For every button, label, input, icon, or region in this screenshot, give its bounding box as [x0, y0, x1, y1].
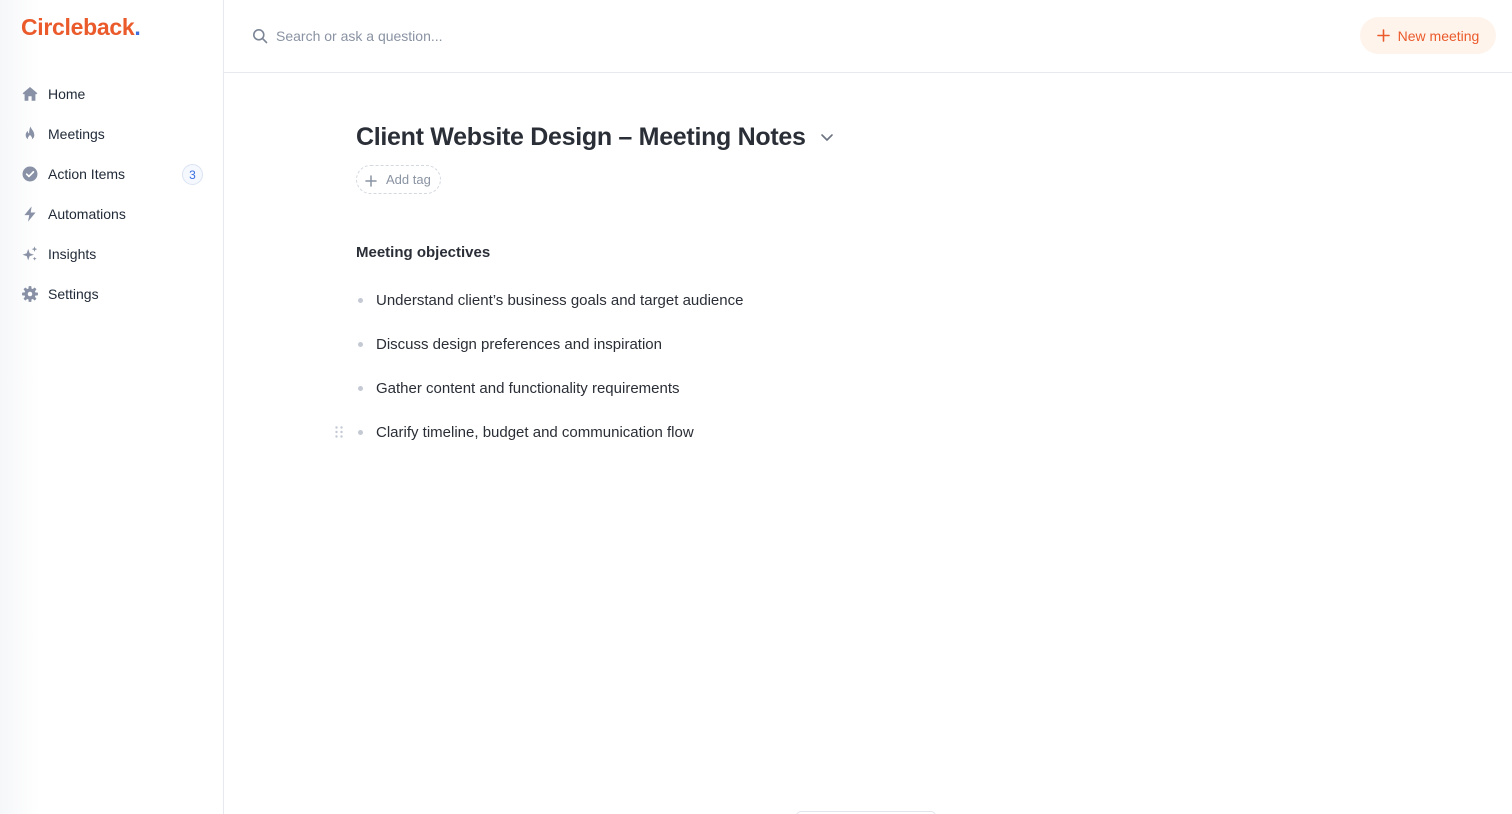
sidebar-item-settings[interactable]: Settings [0, 274, 223, 314]
add-tag-button[interactable]: Add tag [356, 165, 441, 194]
sidebar-item-home[interactable]: Home [0, 74, 223, 114]
objective-text[interactable]: Clarify timeline, budget and communicati… [376, 424, 694, 441]
sidebar-item-label: Insights [48, 246, 97, 262]
meeting-notes-content: Client Website Design – Meeting Notes Ad… [335, 118, 1356, 441]
home-icon [21, 85, 39, 103]
sidebar-item-label: Settings [48, 286, 99, 302]
list-item[interactable]: Discuss design preferences and inspirati… [356, 322, 1256, 366]
lightning-icon [21, 205, 39, 223]
sidebar-item-label: Home [48, 86, 86, 102]
sidebar-item-automations[interactable]: Automations [0, 194, 223, 234]
search-icon [252, 28, 268, 44]
app-logo[interactable]: Circleback. [21, 14, 141, 41]
sparkles-icon [21, 245, 39, 263]
sidebar-item-label: Action Items [48, 166, 126, 182]
logo-text: Circleback [21, 14, 135, 40]
plus-icon [1376, 29, 1390, 42]
objective-text[interactable]: Understand client’s business goals and t… [376, 292, 743, 309]
drag-handle-icon[interactable] [334, 425, 344, 439]
objective-text[interactable]: Discuss design preferences and inspirati… [376, 336, 662, 353]
list-item[interactable]: Understand client’s business goals and t… [356, 278, 1256, 322]
chevron-down-icon[interactable] [819, 129, 835, 145]
page-title[interactable]: Client Website Design – Meeting Notes [356, 123, 806, 152]
bullet [358, 341, 363, 347]
gear-icon [21, 285, 39, 303]
list-item[interactable]: Clarify timeline, budget and communicati… [335, 410, 1256, 454]
objective-text[interactable]: Gather content and functionality require… [376, 380, 680, 397]
bullet [358, 385, 363, 391]
list-item[interactable]: Gather content and functionality require… [356, 366, 1256, 410]
sidebar: Circleback. Home Meetings Action Items 3 [0, 0, 224, 814]
new-meeting-label: New meeting [1397, 27, 1480, 44]
bullet [358, 297, 363, 303]
new-meeting-button[interactable]: New meeting [1360, 17, 1496, 54]
title-row: Client Website Design – Meeting Notes [356, 118, 1356, 156]
sidebar-item-action-items[interactable]: Action Items 3 [0, 154, 223, 194]
logo-dot: . [134, 14, 141, 40]
bullet [358, 429, 363, 435]
sidebar-item-insights[interactable]: Insights [0, 234, 223, 274]
search-input[interactable] [276, 24, 876, 48]
sidebar-item-label: Automations [48, 206, 126, 222]
sidebar-nav: Home Meetings Action Items 3 Automations [0, 74, 223, 314]
top-bar: New meeting [224, 0, 1512, 73]
plus-icon [365, 174, 377, 187]
flame-icon [21, 125, 39, 143]
sidebar-item-meetings[interactable]: Meetings [0, 114, 223, 154]
section-heading[interactable]: Meeting objectives [356, 244, 490, 261]
objectives-list: Understand client’s business goals and t… [335, 278, 1256, 454]
check-circle-icon [21, 165, 39, 183]
action-items-count-badge: 3 [182, 164, 203, 185]
add-tag-label: Add tag [386, 172, 431, 187]
sidebar-item-label: Meetings [48, 126, 105, 142]
